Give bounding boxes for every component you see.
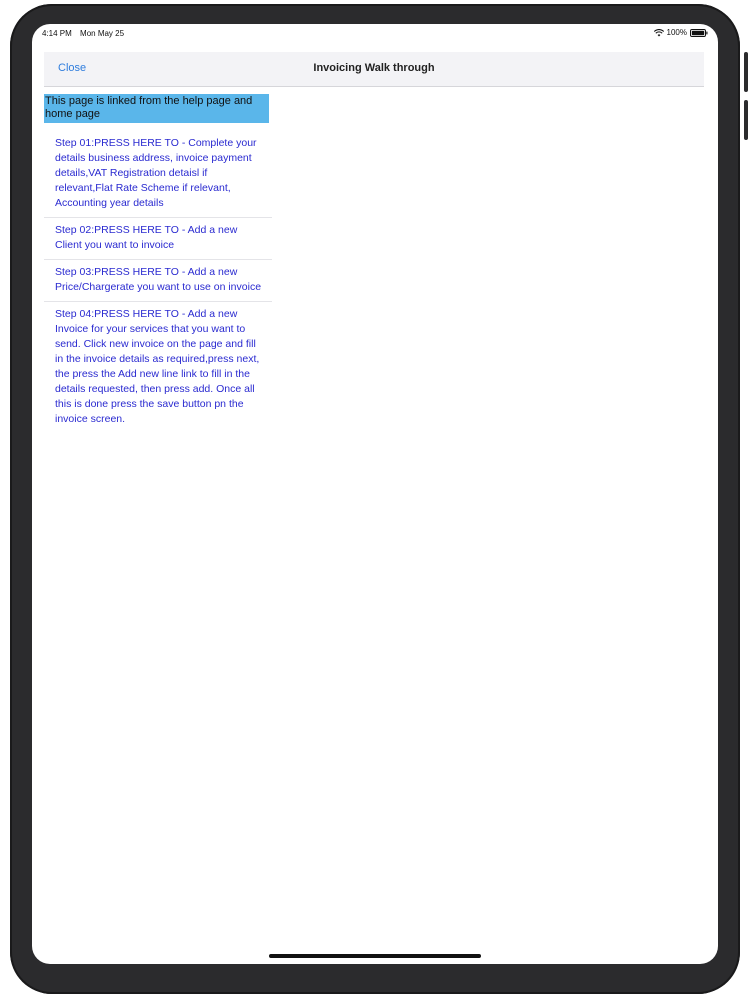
battery-percent: 100% [666,28,687,37]
status-left: 4:14 PM Mon May 25 [42,29,130,38]
device-frame: 4:14 PM Mon May 25 100% Close Invoicing … [0,0,750,1000]
home-indicator[interactable] [269,954,481,958]
step-1-link[interactable]: Step 01:PRESS HERE TO - Complete your de… [44,131,272,218]
volume-down-button [744,100,748,140]
page-title: Invoicing Walk through [313,62,435,74]
step-2-link[interactable]: Step 02:PRESS HERE TO - Add a new Client… [44,218,272,260]
volume-up-button [744,52,748,92]
steps-list: Step 01:PRESS HERE TO - Complete your de… [44,131,272,433]
status-time: 4:14 PM [42,29,72,38]
step-4-link[interactable]: Step 04:PRESS HERE TO - Add a new Invoic… [44,302,272,433]
step-3-link[interactable]: Step 03:PRESS HERE TO - Add a new Price/… [44,260,272,302]
info-banner: This page is linked from the help page a… [44,94,269,123]
wifi-icon [653,28,664,37]
walkthrough-panel: This page is linked from the help page a… [44,94,272,433]
navigation-bar: Close Invoicing Walk through [44,52,704,87]
battery-icon [690,28,708,37]
status-date: Mon May 25 [80,29,125,38]
screen: 4:14 PM Mon May 25 100% Close Invoicing … [32,24,718,964]
status-bar: 4:14 PM Mon May 25 100% [32,24,718,42]
status-right: 100% [653,28,708,37]
